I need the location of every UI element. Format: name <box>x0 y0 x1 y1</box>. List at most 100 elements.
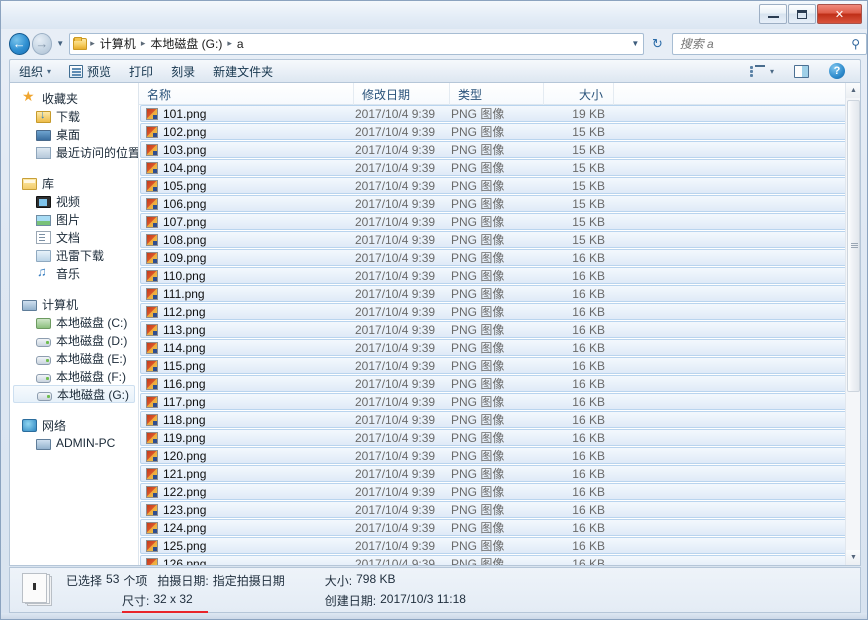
sidebar-item-libraries-3[interactable]: 迅雷下载 <box>10 246 138 264</box>
close-button[interactable]: ✕ <box>817 4 862 24</box>
column-header-name[interactable]: 名称 <box>139 83 354 105</box>
table-row[interactable]: 125.png2017/10/4 9:39PNG 图像16 KB <box>140 537 859 554</box>
breadcrumb-drive-g[interactable]: 本地磁盘 (G:) <box>148 35 224 52</box>
sidebar-header-favorites[interactable]: 收藏夹 <box>10 89 138 107</box>
sidebar-item-computer-0[interactable]: 本地磁盘 (C:) <box>10 313 138 331</box>
table-row[interactable]: 116.png2017/10/4 9:39PNG 图像16 KB <box>140 375 859 392</box>
show-preview-pane-button[interactable] <box>785 60 818 82</box>
table-row[interactable]: 121.png2017/10/4 9:39PNG 图像16 KB <box>140 465 859 482</box>
column-header-type[interactable]: 类型 <box>450 83 544 105</box>
minimize-button[interactable] <box>759 4 787 24</box>
table-row[interactable]: 126.png2017/10/4 9:39PNG 图像16 KB <box>140 555 859 565</box>
table-row[interactable]: 118.png2017/10/4 9:39PNG 图像16 KB <box>140 411 859 428</box>
maximize-button[interactable] <box>788 4 816 24</box>
table-row[interactable]: 124.png2017/10/4 9:39PNG 图像16 KB <box>140 519 859 536</box>
print-button[interactable]: 打印 <box>120 60 162 82</box>
table-row[interactable]: 111.png2017/10/4 9:39PNG 图像16 KB <box>140 285 859 302</box>
sidebar-item-label: 下载 <box>56 108 80 125</box>
breadcrumb-computer[interactable]: 计算机 <box>98 35 138 52</box>
sidebar-item-computer-2[interactable]: 本地磁盘 (E:) <box>10 349 138 367</box>
change-view-button[interactable]: ▾ <box>741 60 783 82</box>
table-row[interactable]: 109.png2017/10/4 9:39PNG 图像16 KB <box>140 249 859 266</box>
sidebar-header-network[interactable]: 网络 <box>10 416 138 434</box>
new-folder-button[interactable]: 新建文件夹 <box>204 60 282 82</box>
png-file-icon <box>146 216 158 228</box>
sidebar-item-computer-1[interactable]: 本地磁盘 (D:) <box>10 331 138 349</box>
cell-type: PNG 图像 <box>451 213 545 230</box>
preview-button[interactable]: 预览 <box>60 60 120 82</box>
drive-icon <box>36 356 51 365</box>
cell-name: 111.png <box>141 287 355 301</box>
table-row[interactable]: 123.png2017/10/4 9:39PNG 图像16 KB <box>140 501 859 518</box>
table-row[interactable]: 117.png2017/10/4 9:39PNG 图像16 KB <box>140 393 859 410</box>
caret-up-icon: ▲ <box>850 87 857 94</box>
cell-size: 15 KB <box>545 233 615 247</box>
table-row[interactable]: 106.png2017/10/4 9:39PNG 图像15 KB <box>140 195 859 212</box>
table-row[interactable]: 105.png2017/10/4 9:39PNG 图像15 KB <box>140 177 859 194</box>
table-row[interactable]: 102.png2017/10/4 9:39PNG 图像15 KB <box>140 123 859 140</box>
table-row[interactable]: 113.png2017/10/4 9:39PNG 图像16 KB <box>140 321 859 338</box>
sidebar-item-libraries-0[interactable]: 视频 <box>10 192 138 210</box>
table-row[interactable]: 112.png2017/10/4 9:39PNG 图像16 KB <box>140 303 859 320</box>
back-button[interactable]: ← <box>9 33 30 55</box>
cell-type: PNG 图像 <box>451 123 545 140</box>
cell-type: PNG 图像 <box>451 519 545 536</box>
search-box[interactable]: ⚲ <box>672 33 867 55</box>
png-file-icon <box>146 378 158 390</box>
sidebar-item-favorites-1[interactable]: 桌面 <box>10 125 138 143</box>
table-row[interactable]: 108.png2017/10/4 9:39PNG 图像15 KB <box>140 231 859 248</box>
cell-type: PNG 图像 <box>451 375 545 392</box>
png-file-icon <box>146 162 158 174</box>
cell-type: PNG 图像 <box>451 555 545 565</box>
sidebar-item-favorites-2[interactable]: 最近访问的位置 <box>10 143 138 161</box>
cell-size: 16 KB <box>545 539 615 553</box>
cell-type: PNG 图像 <box>451 249 545 266</box>
table-row[interactable]: 103.png2017/10/4 9:39PNG 图像15 KB <box>140 141 859 158</box>
cell-size: 16 KB <box>545 521 615 535</box>
table-row[interactable]: 101.png2017/10/4 9:39PNG 图像19 KB <box>140 105 859 122</box>
details-column-left: 已选择 53 个项 拍摄日期: 指定拍摄日期 尺寸: 32 x 32 <box>66 572 285 609</box>
scroll-up-button[interactable]: ▲ <box>846 83 860 98</box>
address-breadcrumb-bar[interactable]: ▸ 计算机 ▸ 本地磁盘 (G:) ▸ a ▼ <box>69 33 644 55</box>
sidebar-group-gap <box>10 284 138 295</box>
search-input[interactable] <box>673 37 866 51</box>
table-row[interactable]: 104.png2017/10/4 9:39PNG 图像15 KB <box>140 159 859 176</box>
sidebar-item-libraries-4[interactable]: 音乐 <box>10 264 138 282</box>
sidebar-item-computer-4[interactable]: 本地磁盘 (G:) <box>13 385 135 403</box>
selection-summary: 已选择 53 个项 拍摄日期: 指定拍摄日期 <box>66 572 285 589</box>
help-button[interactable]: ? <box>820 60 854 82</box>
table-row[interactable]: 114.png2017/10/4 9:39PNG 图像16 KB <box>140 339 859 356</box>
sidebar-header-libraries[interactable]: 库 <box>10 174 138 192</box>
breadcrumb-folder-a[interactable]: a <box>235 37 246 51</box>
forward-button[interactable]: → <box>32 33 53 55</box>
cell-modified-date: 2017/10/4 9:39 <box>355 539 451 553</box>
table-row[interactable]: 107.png2017/10/4 9:39PNG 图像15 KB <box>140 213 859 230</box>
organize-button[interactable]: 组织 ▾ <box>10 60 60 82</box>
scroll-down-button[interactable]: ▼ <box>846 550 860 565</box>
scrollbar-thumb[interactable] <box>847 100 860 392</box>
sidebar-item-favorites-0[interactable]: 下载 <box>10 107 138 125</box>
column-header-size[interactable]: 大小 <box>544 83 614 105</box>
refresh-button[interactable]: ↻ <box>647 33 667 55</box>
sidebar-header-computer[interactable]: 计算机 <box>10 295 138 313</box>
column-header-date[interactable]: 修改日期 <box>354 83 450 105</box>
cell-size: 16 KB <box>545 467 615 481</box>
vertical-scrollbar[interactable]: ▲ ▼ <box>845 83 860 565</box>
cell-type: PNG 图像 <box>451 195 545 212</box>
table-row[interactable]: 119.png2017/10/4 9:39PNG 图像16 KB <box>140 429 859 446</box>
cell-modified-date: 2017/10/4 9:39 <box>355 485 451 499</box>
table-row[interactable]: 120.png2017/10/4 9:39PNG 图像16 KB <box>140 447 859 464</box>
sidebar-item-computer-3[interactable]: 本地磁盘 (F:) <box>10 367 138 385</box>
sidebar-item-libraries-2[interactable]: 文档 <box>10 228 138 246</box>
table-row[interactable]: 115.png2017/10/4 9:39PNG 图像16 KB <box>140 357 859 374</box>
sidebar-item-label: 迅雷下载 <box>56 247 104 264</box>
table-row[interactable]: 110.png2017/10/4 9:39PNG 图像16 KB <box>140 267 859 284</box>
table-row[interactable]: 122.png2017/10/4 9:39PNG 图像16 KB <box>140 483 859 500</box>
address-dropdown-icon[interactable]: ▼ <box>631 39 639 48</box>
sidebar-item-network-0[interactable]: ADMIN-PC <box>10 434 138 452</box>
file-name-label: 105.png <box>163 179 206 193</box>
dimensions-value[interactable]: 32 x 32 <box>153 592 192 609</box>
burn-button[interactable]: 刻录 <box>162 60 204 82</box>
recent-locations-button[interactable]: ▼ <box>54 39 66 48</box>
sidebar-item-libraries-1[interactable]: 图片 <box>10 210 138 228</box>
